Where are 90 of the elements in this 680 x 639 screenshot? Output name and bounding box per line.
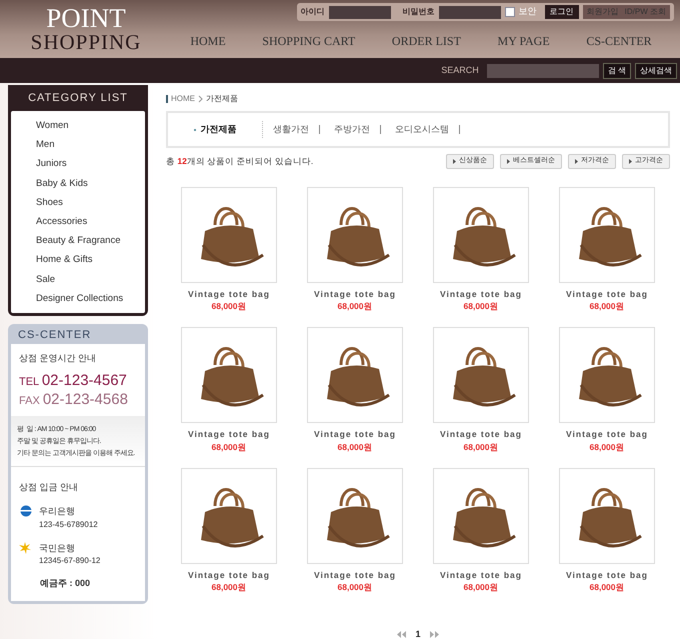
- product-price: 68,000원: [338, 581, 372, 594]
- bank-name: 국민은행: [39, 542, 76, 555]
- id-label: 아이디: [300, 6, 325, 18]
- breadcrumb-link[interactable]: HOME: [171, 93, 195, 105]
- product-image-frame[interactable]: [307, 327, 403, 423]
- product-price: 68,000원: [590, 440, 624, 454]
- nav-link[interactable]: CS-CENTER: [586, 32, 652, 50]
- password-label: 비밀번호: [402, 6, 435, 18]
- category-link[interactable]: Baby & Kids: [36, 174, 145, 193]
- product-price: 68,000원: [212, 440, 246, 454]
- category-tab[interactable]: 주방가전: [324, 125, 381, 134]
- deposit-title: 상점 입금 안내: [19, 480, 80, 494]
- product-price: 68,000원: [212, 581, 246, 594]
- category-link[interactable]: Accessories: [36, 212, 145, 232]
- fax-number: FAX 02-123-4568: [19, 390, 129, 410]
- search-button[interactable]: 검 색: [602, 62, 631, 78]
- caret-icon: [507, 158, 510, 164]
- product-count-text: 총 12개의 상품이 준비되어 있습니다.: [166, 154, 314, 168]
- product-price: 68,000원: [464, 440, 498, 454]
- chevron-right-icon: [198, 95, 203, 103]
- product-price: 68,000원: [590, 581, 624, 594]
- caret-icon: [575, 158, 578, 164]
- category-link[interactable]: Beauty & Fragrance: [36, 231, 145, 250]
- category-link[interactable]: Men: [36, 135, 145, 154]
- nav-link[interactable]: ORDER LIST: [392, 32, 461, 50]
- search-field[interactable]: [486, 64, 599, 78]
- product-name[interactable]: Vintage tote bag: [188, 288, 270, 300]
- product-price: 68,000원: [212, 300, 246, 313]
- nav-link[interactable]: MY PAGE: [498, 32, 550, 50]
- login-button[interactable]: 로그인: [544, 5, 579, 19]
- nav-link[interactable]: SHOPPING CART: [262, 32, 356, 50]
- product-image-frame[interactable]: [559, 327, 655, 423]
- breadcrumb-current: 가전제품: [206, 93, 238, 105]
- search-label: SEARCH: [441, 64, 479, 77]
- product-name[interactable]: Vintage tote bag: [314, 568, 396, 582]
- category-link[interactable]: Sale: [36, 270, 145, 289]
- logo-text[interactable]: POINT: [46, 5, 126, 32]
- product-image-frame[interactable]: [433, 186, 529, 282]
- product-name[interactable]: Vintage tote bag: [566, 568, 648, 582]
- product-image-frame[interactable]: [307, 186, 403, 282]
- double-chevron-left-icon: [397, 631, 408, 638]
- id-input-field[interactable]: [328, 6, 391, 18]
- product-image-frame[interactable]: [181, 327, 277, 423]
- product-price: 68,000원: [338, 300, 372, 313]
- nav-link[interactable]: HOME: [190, 32, 226, 50]
- cs-center-title: CS-CENTER: [17, 328, 92, 344]
- product-name[interactable]: Vintage tote bag: [314, 288, 396, 300]
- bank-name: 우리은행: [39, 505, 76, 518]
- product-image-frame[interactable]: [433, 468, 529, 564]
- product-name[interactable]: Vintage tote bag: [566, 428, 648, 441]
- secure-checkbox[interactable]: [504, 7, 515, 17]
- product-image-frame[interactable]: [433, 327, 529, 423]
- account-number: 123-45-6789012: [39, 518, 98, 531]
- page-link[interactable]: 1: [415, 628, 420, 639]
- hours-title: 상점 운영시간 안내: [19, 352, 98, 366]
- product-image-frame[interactable]: [181, 186, 277, 282]
- category-title: CATEGORY LIST: [27, 91, 129, 106]
- product-name[interactable]: Vintage tote bag: [440, 288, 522, 300]
- product-image-frame[interactable]: [307, 468, 403, 564]
- product-price: 68,000원: [464, 300, 498, 313]
- secure-label: 보안: [518, 5, 537, 18]
- product-price: 68,000원: [590, 300, 624, 313]
- category-link[interactable]: Women: [36, 116, 145, 136]
- category-link[interactable]: Designer Collections: [36, 288, 145, 308]
- product-name[interactable]: Vintage tote bag: [188, 428, 270, 441]
- product-name[interactable]: Vintage tote bag: [440, 428, 522, 441]
- product-name[interactable]: Vintage tote bag: [566, 288, 648, 300]
- caret-icon: [453, 158, 456, 164]
- double-chevron-right-icon: [428, 631, 438, 638]
- category-link[interactable]: Shoes: [36, 192, 145, 212]
- product-price: 68,000원: [464, 581, 498, 594]
- product-image-frame[interactable]: [559, 186, 655, 282]
- password-input-field[interactable]: [438, 6, 501, 18]
- product-name[interactable]: Vintage tote bag: [188, 568, 270, 582]
- product-name[interactable]: Vintage tote bag: [440, 568, 522, 582]
- account-number: 12345-67-890-12: [39, 555, 100, 568]
- category-tab[interactable]: 오디오시스템: [385, 125, 460, 134]
- category-tab[interactable]: 생활가전: [263, 125, 320, 134]
- product-image-frame[interactable]: [559, 468, 655, 564]
- logo-text[interactable]: SHOPPING: [30, 32, 142, 53]
- account-holder: 예금주 : 000: [40, 577, 92, 590]
- product-price: 68,000원: [338, 440, 372, 454]
- product-image-frame[interactable]: [181, 468, 277, 564]
- category-link[interactable]: Home & Gifts: [36, 250, 145, 270]
- product-name[interactable]: Vintage tote bag: [314, 428, 396, 441]
- category-tab[interactable]: 가전제품: [168, 121, 263, 138]
- category-link[interactable]: Juniors: [36, 154, 145, 174]
- detail-search-button[interactable]: 상세검색: [635, 62, 677, 78]
- phone-number: TEL 02-123-4567: [19, 372, 128, 391]
- caret-icon: [629, 158, 632, 164]
